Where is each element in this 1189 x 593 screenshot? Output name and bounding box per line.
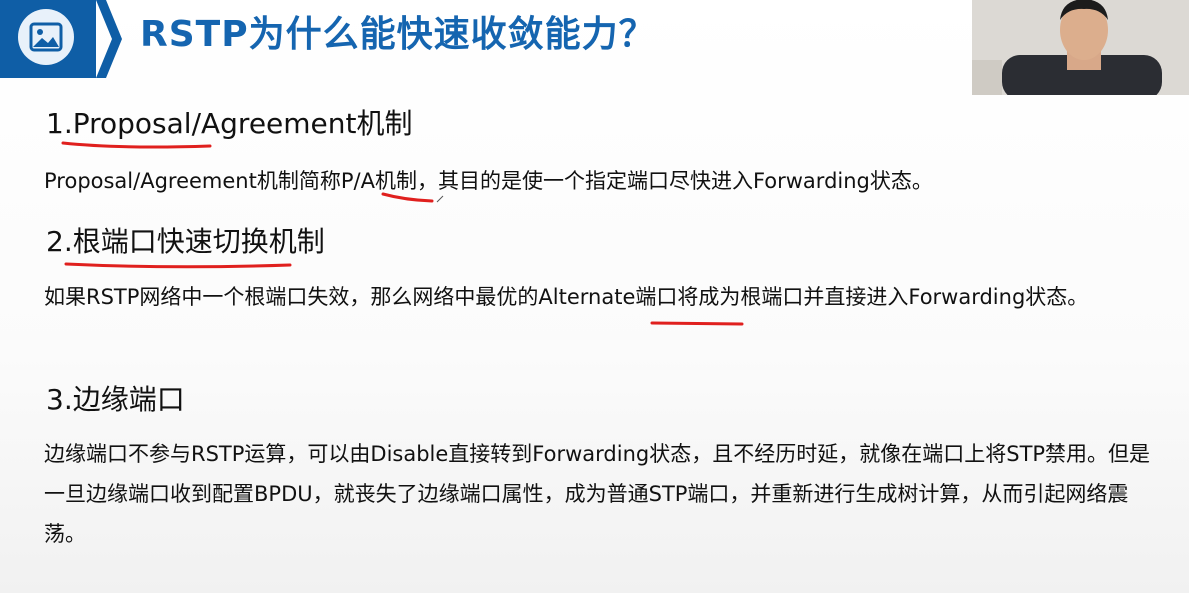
image-icon <box>18 9 74 65</box>
section-2-heading: 2.根端口快速切换机制 <box>46 225 325 258</box>
header-icon-box <box>0 0 96 78</box>
annotation-underline <box>650 321 744 326</box>
chevron-right-icon <box>96 0 122 78</box>
slide: RSTP为什么能快速收敛能力？ 1.Proposal/Agreement机制 P… <box>0 0 1189 593</box>
page-title: RSTP为什么能快速收敛能力？ <box>140 14 656 55</box>
section-1-heading: 1.Proposal/Agreement机制 <box>46 107 413 140</box>
section-2-text: 如果RSTP网络中一个根端口失效，那么网络中最优的Alternate端口将成为根… <box>44 285 1089 309</box>
section-3-text: 边缘端口不参与RSTP运算，可以由Disable直接转到Forwarding状态… <box>44 442 1151 546</box>
section-1-text: Proposal/Agreement机制简称P/A机制，其目的是使一个指定端口尽… <box>44 169 933 193</box>
presenter-webcam <box>972 0 1189 95</box>
section-3-heading: 3.边缘端口 <box>46 383 185 416</box>
